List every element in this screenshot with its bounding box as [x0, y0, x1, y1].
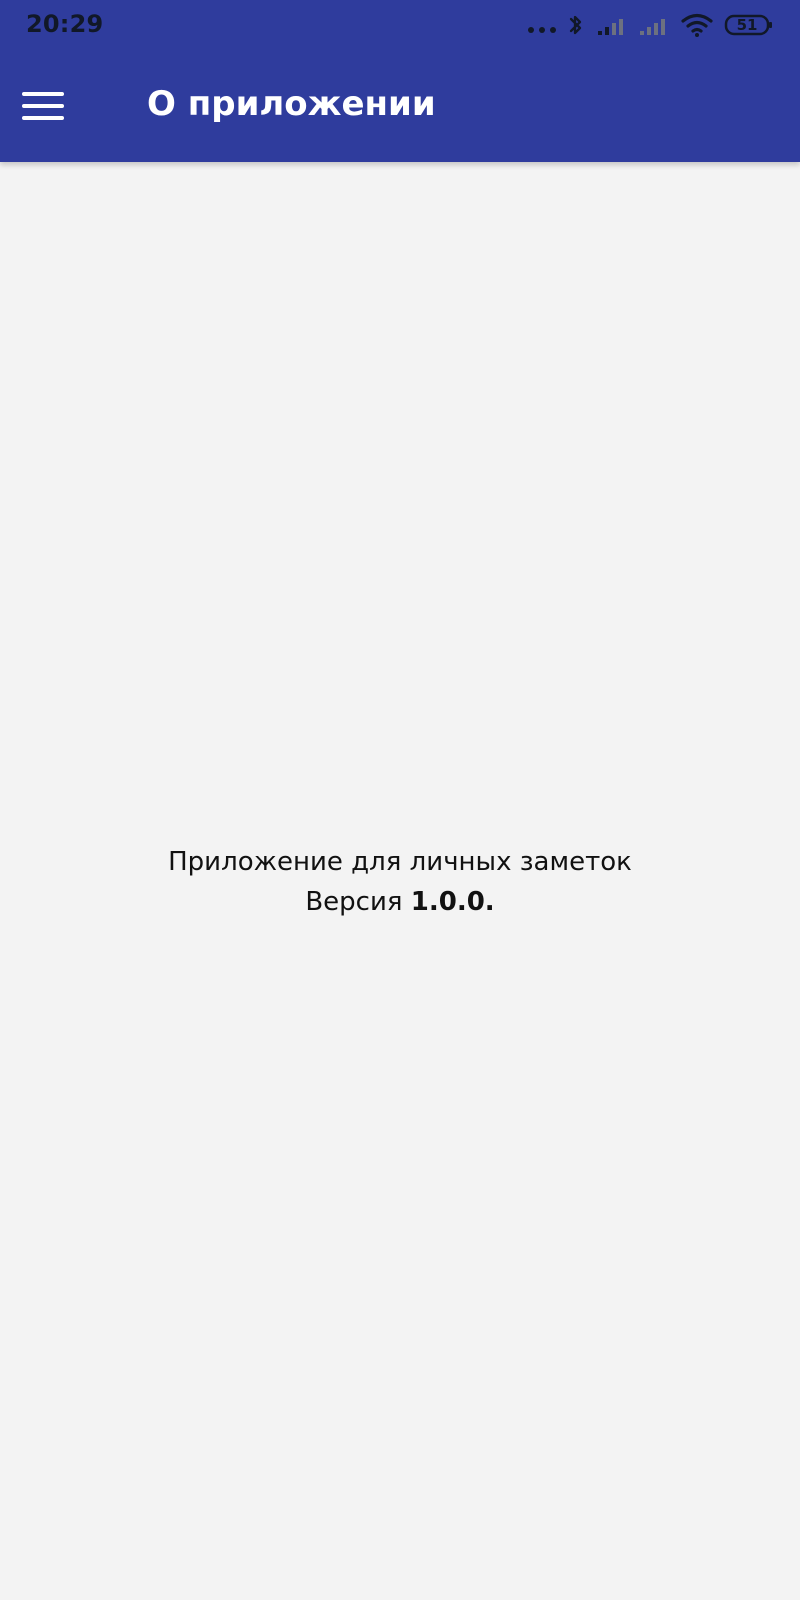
bluetooth-icon: [566, 11, 586, 39]
version-number: 1.0.0.: [410, 887, 495, 917]
status-time: 20:29: [26, 10, 104, 38]
wifi-icon: [680, 12, 714, 38]
battery-icon: 51: [724, 14, 774, 36]
version-row: Версия 1.0.0.: [0, 882, 800, 922]
main-content: Приложение для личных заметок Версия 1.0…: [0, 162, 800, 1600]
hamburger-menu-icon: [22, 116, 64, 120]
cellular-signal-icon: [596, 13, 628, 37]
hamburger-menu-icon: [22, 92, 64, 96]
version-label: Версия: [305, 887, 411, 917]
page-title: О приложении: [147, 84, 436, 124]
app-bar: 20:29 51 О приложении: [0, 0, 800, 162]
menu-button[interactable]: [20, 88, 68, 124]
hamburger-menu-icon: [22, 104, 64, 108]
about-text: Приложение для личных заметок Версия 1.0…: [0, 842, 800, 922]
app-description: Приложение для личных заметок: [168, 847, 632, 877]
status-icons: 51: [528, 8, 774, 42]
cellular-signal-icon: [638, 13, 670, 37]
about-screen: 20:29 51 О приложении Приложение для лич…: [0, 0, 800, 1600]
battery-level: 51: [736, 16, 758, 34]
more-dots-icon: [528, 8, 556, 42]
